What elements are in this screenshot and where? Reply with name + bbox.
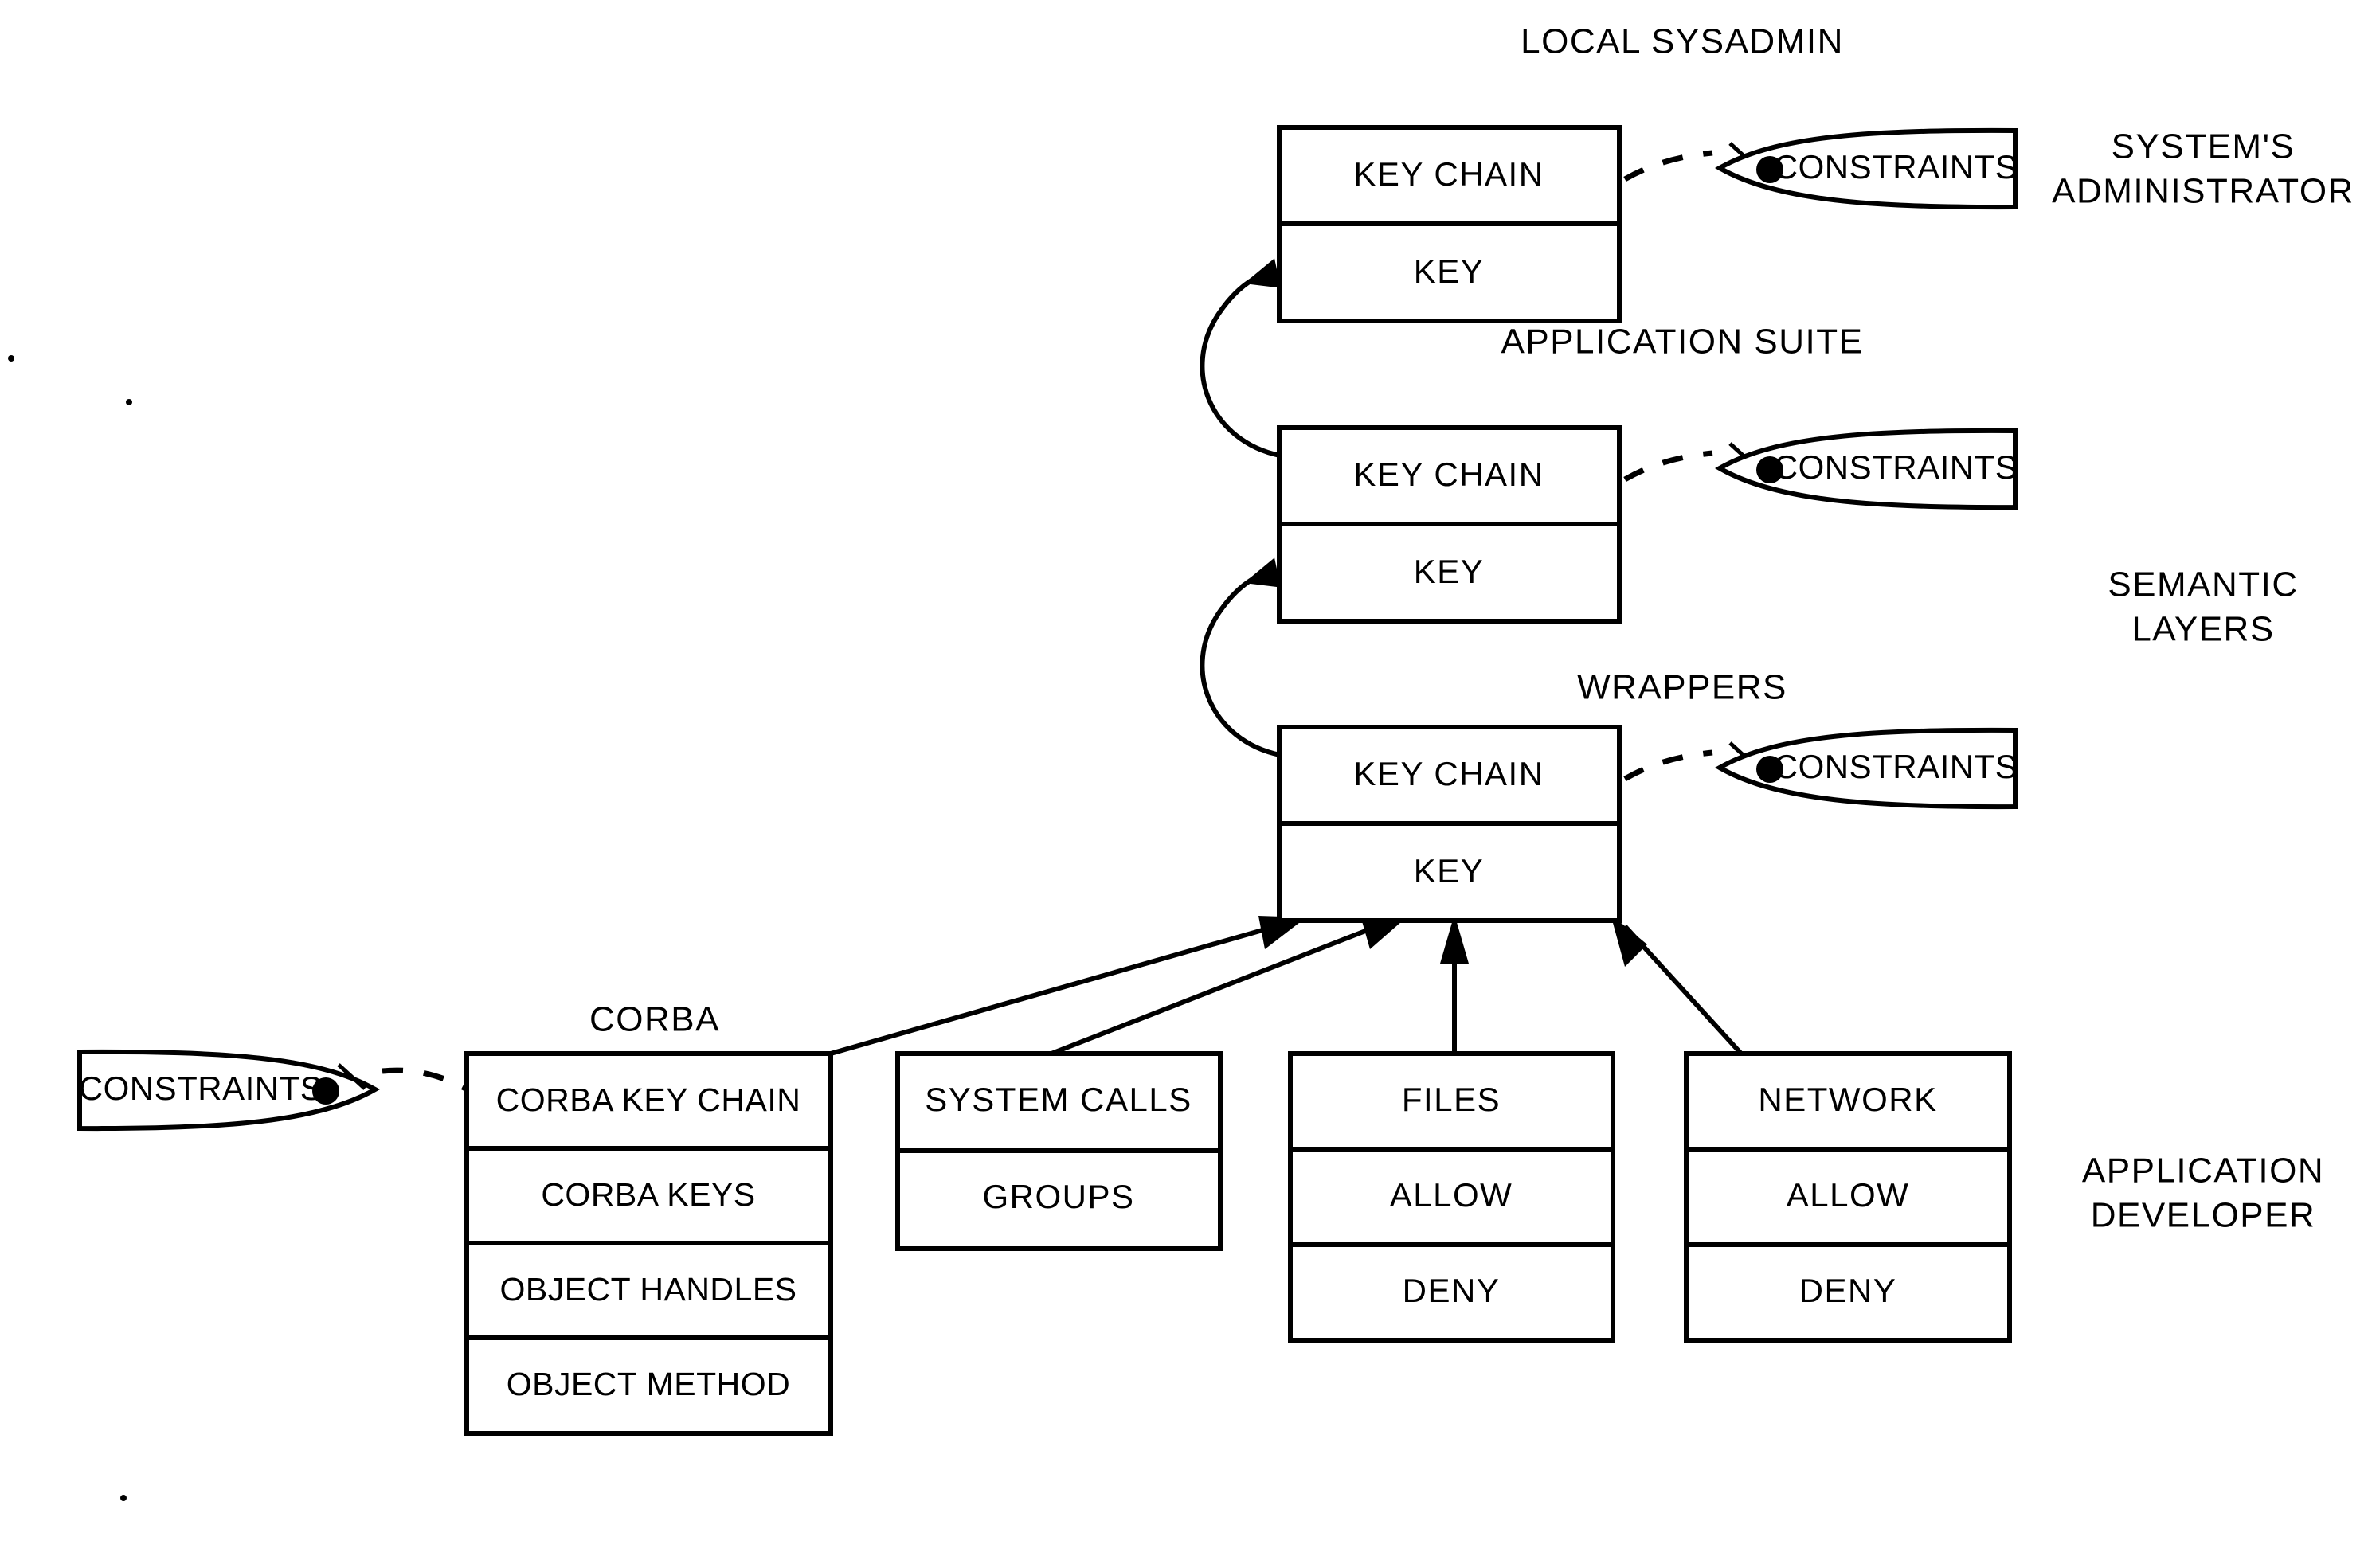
side-label-systems-administrator: SYSTEM'S ADMINISTRATOR xyxy=(2052,127,2354,211)
diagram-canvas: KEY CHAIN KEY LOCAL SYSADMIN CONSTRAINTS… xyxy=(0,0,2368,1568)
constraints-label-local-sysadmin: CONSTRAINTS xyxy=(1774,148,2018,186)
cell-corba-key-chain: CORBA KEY CHAIN xyxy=(496,1081,801,1118)
chain-arrow-wrappers-to-appsuite xyxy=(1200,568,1281,757)
cell-system-calls: SYSTEM CALLS xyxy=(925,1081,1192,1118)
scan-speck xyxy=(126,399,132,405)
layer-box-local-sysadmin[interactable]: KEY CHAIN KEY xyxy=(1277,125,1622,323)
cell-network-deny: DENY xyxy=(1799,1272,1897,1309)
cell-files-allow: ALLOW xyxy=(1390,1176,1513,1214)
side-label-semantic-layers: SEMANTIC LAYERS xyxy=(2108,565,2298,649)
constraints-lens-application-suite[interactable]: CONSTRAINTS xyxy=(1714,428,2018,510)
chain-arrow-head-appsuite xyxy=(1243,557,1281,588)
dashed-connector-local-sysadmin xyxy=(1623,150,1713,182)
bottom-box-system-calls[interactable]: SYSTEM CALLS GROUPS xyxy=(895,1051,1223,1251)
cell-key-chain-wrappers: KEY CHAIN xyxy=(1353,755,1544,792)
chain-arrow-appsuite-to-sysadmin xyxy=(1200,268,1281,458)
cell-files: FILES xyxy=(1402,1081,1501,1118)
cell-network: NETWORK xyxy=(1758,1081,1937,1118)
side-label-systems-administrator-line1: SYSTEM'S xyxy=(2112,127,2296,166)
caption-local-sysadmin: LOCAL SYSADMIN xyxy=(1521,22,1844,61)
constraints-lens-local-sysadmin[interactable]: CONSTRAINTS xyxy=(1714,127,2018,210)
constraints-lens-wrappers[interactable]: CONSTRAINTS xyxy=(1714,727,2018,810)
side-label-semantic-layers-line2: LAYERS xyxy=(2131,610,2274,649)
caption-wrappers: WRAPPERS xyxy=(1577,668,1787,707)
scan-speck xyxy=(120,1495,127,1501)
constraints-lens-corba[interactable]: CONSTRAINTS xyxy=(77,1049,381,1132)
side-label-application-developer: APPLICATION DEVELOPER xyxy=(2082,1152,2324,1235)
cell-corba-keys: CORBA KEYS xyxy=(541,1176,755,1213)
constraints-label-application-suite: CONSTRAINTS xyxy=(1774,448,2018,486)
layer-box-application-suite[interactable]: KEY CHAIN KEY xyxy=(1277,425,1622,624)
scan-speck xyxy=(8,355,14,362)
dashed-connector-application-suite xyxy=(1623,450,1713,483)
cell-key-local-sysadmin: KEY xyxy=(1414,252,1485,290)
cell-key-wrappers: KEY xyxy=(1414,852,1485,890)
bottom-box-files[interactable]: FILES ALLOW DENY xyxy=(1288,1051,1615,1343)
cell-key-application-suite: KEY xyxy=(1414,553,1485,590)
semantic-layers-diagram: KEY CHAIN KEY LOCAL SYSADMIN CONSTRAINTS… xyxy=(8,22,2354,1501)
cell-object-handles: OBJECT HANDLES xyxy=(499,1271,797,1308)
bottom-box-corba[interactable]: CORBA KEY CHAIN CORBA KEYS OBJECT HANDLE… xyxy=(464,1051,833,1436)
layer-box-wrappers[interactable]: KEY CHAIN KEY xyxy=(1277,725,1622,923)
side-label-application-developer-line2: DEVELOPER xyxy=(2091,1196,2315,1235)
caption-corba: CORBA xyxy=(589,1000,720,1039)
cell-groups: GROUPS xyxy=(982,1178,1134,1215)
cell-network-allow: ALLOW xyxy=(1787,1176,1910,1214)
side-label-application-developer-line1: APPLICATION xyxy=(2082,1152,2324,1191)
bottom-box-network[interactable]: NETWORK ALLOW DENY xyxy=(1684,1051,2012,1343)
constraints-label-wrappers: CONSTRAINTS xyxy=(1774,748,2018,785)
side-label-semantic-layers-line1: SEMANTIC xyxy=(2108,565,2298,604)
caption-application-suite: APPLICATION SUITE xyxy=(1501,323,1864,362)
dashed-connector-corba xyxy=(382,1067,472,1094)
constraints-label-corba: CONSTRAINTS xyxy=(79,1069,323,1107)
chain-arrow-head-sysadmin xyxy=(1243,258,1281,288)
cell-key-chain-application-suite: KEY CHAIN xyxy=(1353,456,1544,493)
dashed-connector-wrappers xyxy=(1623,749,1713,782)
cell-files-deny: DENY xyxy=(1403,1272,1501,1309)
cell-object-method: OBJECT METHOD xyxy=(507,1366,791,1402)
side-label-systems-administrator-line2: ADMINISTRATOR xyxy=(2052,172,2354,211)
cell-key-chain-local-sysadmin: KEY CHAIN xyxy=(1353,155,1544,193)
